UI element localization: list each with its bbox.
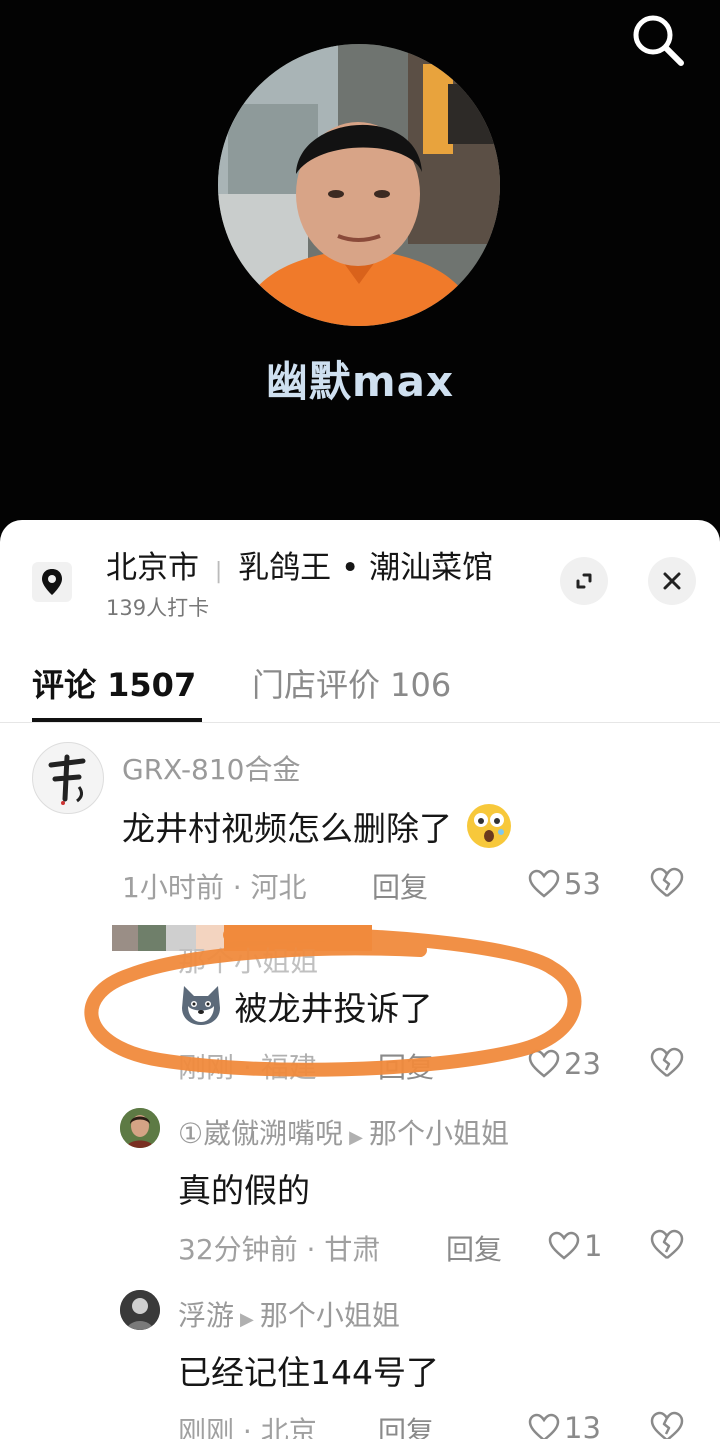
comment-text: 被龙井投诉了 <box>178 982 433 1030</box>
search-button[interactable] <box>626 8 688 70</box>
comment-location: 福建 <box>260 1051 317 1084</box>
avatar-image <box>120 1108 160 1148</box>
broken-heart-icon <box>650 1047 684 1077</box>
comment-text-body: 被龙井投诉了 <box>234 989 433 1028</box>
reply-button[interactable]: 回复 <box>446 1228 502 1268</box>
comment-author-line: ①崴僦溯嘴唲 ▶ 那个小姐姐 <box>178 1112 509 1152</box>
tab-store-reviews[interactable]: 门店评价 106 <box>252 660 451 706</box>
husky-emoji <box>182 986 220 1025</box>
like-count: 1 <box>584 1229 603 1263</box>
reply-button[interactable]: 回复 <box>378 1410 434 1439</box>
location-title[interactable]: 北京市 | 乳鸽王 • 潮汕菜馆 <box>106 542 493 587</box>
reply-arrow-icon: ▶ <box>240 1309 254 1330</box>
comment-time-location: 刚刚 · 福建 <box>178 1046 317 1086</box>
profile-photo <box>218 44 500 326</box>
avatar[interactable] <box>32 742 104 814</box>
like-button[interactable]: 53 <box>528 864 601 904</box>
like-button[interactable]: 23 <box>528 1044 601 1084</box>
shocked-face-emoji <box>466 804 511 848</box>
dislike-button[interactable] <box>650 1410 684 1439</box>
heart-outline-icon <box>548 1231 580 1260</box>
profile-avatar[interactable] <box>218 44 500 326</box>
broken-heart-icon <box>650 1411 684 1439</box>
like-count: 23 <box>564 1047 601 1081</box>
comment-text: 真的假的 <box>178 1171 310 1210</box>
comment-author[interactable]: 那个小姐姐 <box>178 940 318 980</box>
comment-author[interactable]: GRX-810合金 <box>122 748 301 788</box>
avatar[interactable] <box>120 1290 160 1330</box>
calligraphy-avatar-image <box>48 754 86 805</box>
heart-outline-icon <box>528 1413 560 1439</box>
broken-heart-icon <box>650 1229 684 1259</box>
meta-separator: · <box>242 1051 261 1084</box>
close-icon <box>663 572 681 590</box>
comment-text: 已经记住144号了 <box>178 1353 439 1392</box>
reply-button[interactable]: 回复 <box>378 1046 434 1086</box>
tab-divider <box>0 722 720 723</box>
comment-time-location: 1小时前 · 河北 <box>122 871 307 904</box>
location-city: 北京市 <box>106 550 199 586</box>
close-button[interactable] <box>648 557 696 605</box>
comment-author-line: 浮游 ▶ 那个小姐姐 <box>178 1294 400 1334</box>
title-divider: | <box>214 559 223 584</box>
dislike-button[interactable] <box>650 1046 684 1080</box>
like-button[interactable]: 1 <box>548 1226 602 1266</box>
dislike-button[interactable] <box>650 1228 684 1262</box>
location-place: 乳鸽王 • 潮汕菜馆 <box>238 550 494 586</box>
profile-header: 幽默max <box>0 0 720 540</box>
broken-heart-icon <box>650 867 684 897</box>
comment-author[interactable]: 浮游 <box>178 1299 234 1332</box>
search-icon <box>633 15 684 66</box>
heart-outline-icon <box>528 1049 560 1078</box>
like-button[interactable]: 13 <box>528 1408 601 1439</box>
reply-target[interactable]: 那个小姐姐 <box>260 1299 400 1332</box>
location-comment-sheet: 北京市 | 乳鸽王 • 潮汕菜馆 139人打卡 评论 1507 门店评价 106… <box>0 520 720 1439</box>
avatar-image <box>120 1290 160 1330</box>
comment-text-body: 龙井村视频怎么删除了 <box>122 809 452 848</box>
comment-time-location: 刚刚 · 北京 <box>178 1415 317 1439</box>
dislike-button[interactable] <box>650 866 684 900</box>
like-count: 13 <box>564 1411 601 1439</box>
location-pin-icon <box>42 569 62 595</box>
expand-button[interactable] <box>560 557 608 605</box>
comment-time-location: 32分钟前 · 甘肃 <box>178 1233 381 1266</box>
like-count: 53 <box>564 867 601 901</box>
comment-time: 刚刚 <box>178 1051 235 1084</box>
profile-username: 幽默max <box>265 357 455 406</box>
comment-author[interactable]: ①崴僦溯嘴唲 <box>178 1117 343 1150</box>
checkin-count: 139人打卡 <box>106 596 210 620</box>
location-pin-button[interactable] <box>32 562 72 602</box>
expand-icon <box>576 573 592 589</box>
reply-button[interactable]: 回复 <box>372 866 428 906</box>
tab-comments[interactable]: 评论 1507 <box>32 660 196 706</box>
reply-target[interactable]: 那个小姐姐 <box>369 1117 509 1150</box>
comment-text: 龙井村视频怎么删除了 <box>122 802 513 850</box>
heart-outline-icon <box>528 869 560 898</box>
avatar[interactable] <box>120 1108 160 1148</box>
reply-arrow-icon: ▶ <box>349 1127 363 1148</box>
